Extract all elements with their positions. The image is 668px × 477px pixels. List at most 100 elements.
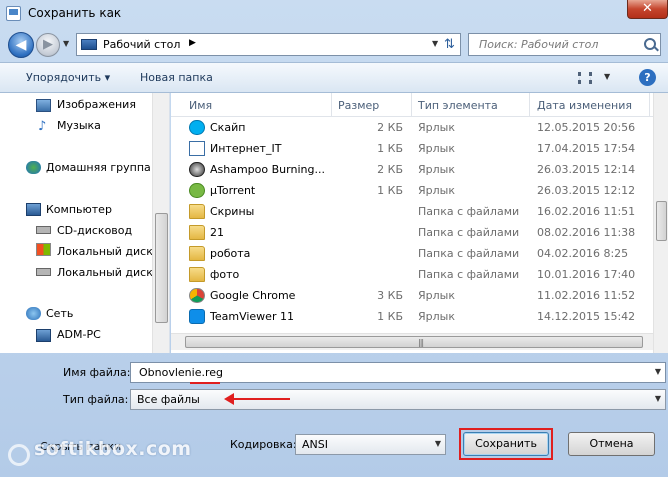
view-options-icon[interactable] bbox=[578, 72, 592, 84]
file-name[interactable]: Интернет_IT bbox=[210, 142, 281, 155]
file-type: Папка с файлами bbox=[418, 268, 520, 281]
sidebar-item-cd-drive[interactable]: CD-дисковод bbox=[57, 224, 132, 237]
file-date: 08.02.2016 11:38 bbox=[537, 226, 636, 239]
file-date: 26.03.2015 12:12 bbox=[537, 184, 636, 197]
table-row[interactable] bbox=[171, 109, 653, 117]
save-as-dialog: Сохранить как ✕ ◀ ▶ ▼ Рабочий стол ▶ ▼ ⇅… bbox=[0, 0, 668, 477]
navigation-pane: Изображения ♪ Музыка Домашняя группа Ком… bbox=[0, 93, 170, 353]
file-list: Имя Размер Тип элемента Дата изменения С… bbox=[171, 93, 668, 353]
save-button[interactable]: Сохранить bbox=[463, 432, 549, 456]
cd-drive-icon bbox=[36, 226, 51, 234]
address-dropdown[interactable]: ▼ bbox=[432, 39, 438, 48]
file-type: Ярлык bbox=[418, 142, 455, 155]
sidebar-item-homegroup[interactable]: Домашняя группа bbox=[46, 161, 151, 174]
new-folder-button[interactable]: Новая папка bbox=[140, 71, 213, 84]
shortcut-icon bbox=[189, 141, 205, 156]
table-row[interactable]: Интернет_IT 1 КБ Ярлык 17.04.2015 17:54 bbox=[171, 138, 653, 159]
file-date: 16.02.2016 11:51 bbox=[537, 205, 636, 218]
file-size: 1 КБ bbox=[377, 142, 403, 155]
file-type: Ярлык bbox=[418, 310, 455, 323]
disk-icon bbox=[36, 243, 51, 256]
encoding-dropdown[interactable]: ▼ bbox=[435, 439, 441, 448]
sidebar-item-computer[interactable]: Компьютер bbox=[46, 203, 112, 216]
back-button[interactable]: ◀ bbox=[8, 32, 34, 58]
filename-field[interactable]: Obnovlenie.reg ▼ bbox=[130, 362, 666, 383]
filename-dropdown[interactable]: ▼ bbox=[655, 367, 661, 376]
folder-icon bbox=[189, 225, 205, 240]
file-name[interactable]: Google Chrome bbox=[210, 289, 295, 302]
file-name[interactable]: фото bbox=[210, 268, 239, 281]
table-row[interactable]: Скайп 2 КБ Ярлык 12.05.2015 20:56 bbox=[171, 117, 653, 138]
file-date: 10.01.2016 17:40 bbox=[537, 268, 636, 281]
file-name[interactable]: робота bbox=[210, 247, 250, 260]
file-name[interactable]: µTorrent bbox=[210, 184, 255, 197]
view-dropdown[interactable]: ▼ bbox=[604, 72, 610, 81]
chevron-right-icon[interactable]: ▶ bbox=[189, 38, 196, 48]
disk-icon bbox=[36, 268, 51, 276]
table-row[interactable]: Скрины Папка с файлами 16.02.2016 11:51 bbox=[171, 201, 653, 222]
help-icon[interactable]: ? bbox=[639, 69, 656, 86]
sidebar-scroll-thumb[interactable] bbox=[155, 213, 168, 323]
organize-button[interactable]: Упорядочить ▾ bbox=[26, 71, 110, 84]
search-icon[interactable] bbox=[644, 38, 656, 50]
annotation-underline bbox=[190, 382, 220, 384]
filetype-dropdown[interactable]: ▼ bbox=[655, 394, 661, 403]
table-row[interactable]: фото Папка с файлами 10.01.2016 17:40 bbox=[171, 264, 653, 285]
file-list-scroll-thumb[interactable] bbox=[656, 201, 667, 241]
file-list-scrollbar[interactable] bbox=[653, 93, 668, 353]
refresh-icon[interactable]: ⇅ bbox=[441, 36, 458, 53]
forward-button[interactable]: ▶ bbox=[36, 33, 60, 57]
file-name[interactable]: 21 bbox=[210, 226, 224, 239]
cancel-button[interactable]: Отмена bbox=[568, 432, 655, 456]
computer-icon bbox=[26, 203, 41, 216]
file-size: 1 КБ bbox=[377, 310, 403, 323]
annotation-arrow bbox=[232, 398, 290, 400]
filetype-value[interactable]: Все файлы bbox=[137, 393, 200, 406]
file-name[interactable]: TeamViewer 11 bbox=[210, 310, 294, 323]
search-input[interactable]: Поиск: Рабочий стол bbox=[479, 38, 598, 51]
file-date: 04.02.2016 8:25 bbox=[537, 247, 629, 260]
teamviewer-icon bbox=[189, 309, 205, 324]
table-row[interactable]: робота Папка с файлами 04.02.2016 8:25 bbox=[171, 243, 653, 264]
file-name[interactable]: Ashampoo Burning... bbox=[210, 163, 325, 176]
close-button[interactable]: ✕ bbox=[627, 0, 668, 19]
search-box[interactable]: Поиск: Рабочий стол bbox=[468, 33, 661, 56]
notepad-icon bbox=[6, 6, 21, 21]
table-row[interactable]: Google Chrome 3 КБ Ярлык 11.02.2016 11:52 bbox=[171, 285, 653, 306]
horizontal-scroll-thumb[interactable]: ||| bbox=[185, 336, 643, 348]
address-bar[interactable]: Рабочий стол ▶ ▼ bbox=[76, 33, 461, 56]
file-type: Ярлык bbox=[418, 289, 455, 302]
recent-pages-dropdown[interactable]: ▼ bbox=[63, 39, 69, 48]
sidebar-item-music[interactable]: Музыка bbox=[57, 119, 101, 132]
sidebar-item-adm-pc[interactable]: ADM-PC bbox=[57, 328, 101, 341]
sidebar-item-local-disk-c[interactable]: Локальный диск bbox=[57, 245, 153, 258]
file-date: 17.04.2015 17:54 bbox=[537, 142, 636, 155]
file-name[interactable]: Скайп bbox=[210, 121, 245, 134]
table-row[interactable]: TeamViewer 11 1 КБ Ярлык 14.12.2015 15:42 bbox=[171, 306, 653, 327]
music-icon: ♪ bbox=[38, 119, 47, 134]
sidebar-scrollbar[interactable] bbox=[152, 93, 169, 353]
encoding-select[interactable]: ANSI ▼ bbox=[295, 434, 446, 455]
table-row[interactable]: µTorrent 1 КБ Ярлык 26.03.2015 12:12 bbox=[171, 180, 653, 201]
homegroup-icon bbox=[26, 161, 41, 174]
file-type: Ярлык bbox=[418, 121, 455, 134]
file-name[interactable]: Скрины bbox=[210, 205, 254, 218]
navigation-bar: ◀ ▶ ▼ Рабочий стол ▶ ▼ ⇅ Поиск: Рабочий … bbox=[0, 28, 668, 62]
window-title: Сохранить как bbox=[28, 6, 122, 20]
address-path[interactable]: Рабочий стол bbox=[103, 38, 180, 51]
encoding-value[interactable]: ANSI bbox=[302, 438, 328, 451]
folder-icon bbox=[189, 267, 205, 282]
filename-input[interactable]: Obnovlenie.reg bbox=[139, 366, 223, 379]
title-bar: Сохранить как ✕ bbox=[0, 0, 668, 28]
file-size: 1 КБ bbox=[377, 184, 403, 197]
file-type: Папка с файлами bbox=[418, 247, 520, 260]
sidebar-item-pictures[interactable]: Изображения bbox=[57, 98, 136, 111]
sidebar-item-network[interactable]: Сеть bbox=[46, 307, 73, 320]
arrow-head-icon bbox=[224, 393, 234, 405]
table-row[interactable]: Ashampoo Burning... 2 КБ Ярлык 26.03.2015 1… bbox=[171, 159, 653, 180]
horizontal-scrollbar[interactable]: ||| bbox=[171, 333, 653, 350]
encoding-label: Кодировка: bbox=[230, 438, 297, 451]
filetype-select[interactable]: Все файлы ▼ bbox=[130, 389, 666, 410]
table-row[interactable]: 21 Папка с файлами 08.02.2016 11:38 bbox=[171, 222, 653, 243]
sidebar-item-local-disk-d[interactable]: Локальный диск bbox=[57, 266, 153, 279]
